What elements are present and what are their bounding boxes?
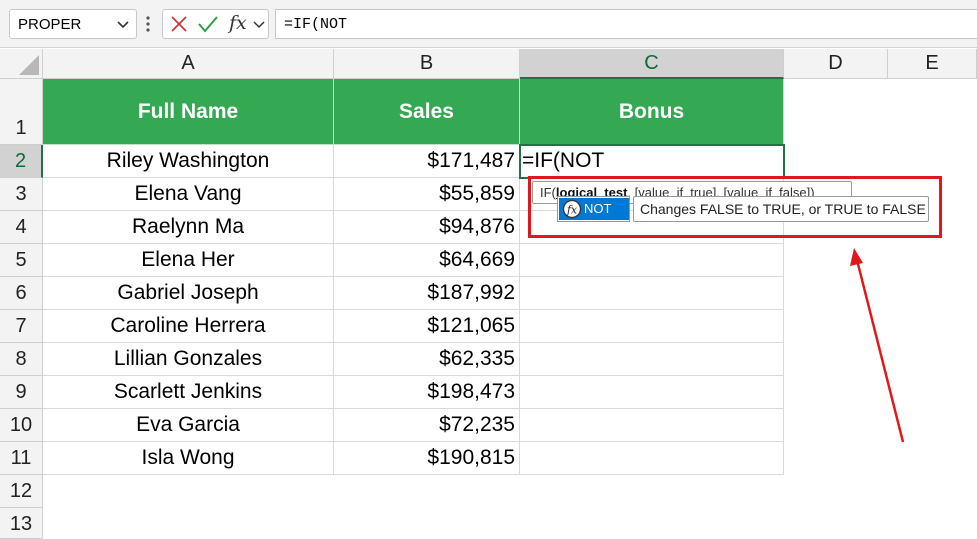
sales-cell[interactable]: $62,335	[334, 343, 520, 376]
column-header-e[interactable]: E	[888, 49, 977, 79]
row-header-1[interactable]: 1	[0, 79, 43, 145]
column-header-d[interactable]: D	[784, 49, 888, 79]
name-cell[interactable]: Elena Her	[43, 244, 334, 277]
row-header-9[interactable]: 9	[0, 376, 43, 409]
name-cell[interactable]: Raelynn Ma	[43, 211, 334, 244]
row-header-11[interactable]: 11	[0, 442, 43, 475]
column-header-a[interactable]: A	[43, 49, 334, 79]
row-header-8[interactable]: 8	[0, 343, 43, 376]
name-cell[interactable]: Elena Vang	[43, 178, 334, 211]
name-cell[interactable]: Eva Garcia	[43, 409, 334, 442]
name-cell[interactable]: Riley Washington	[43, 145, 334, 178]
row-header-12[interactable]: 12	[0, 475, 43, 508]
sales-cell[interactable]: $64,669	[334, 244, 520, 277]
header-full-name[interactable]: Full Name	[43, 79, 334, 145]
chevron-down-icon[interactable]	[252, 16, 266, 32]
row-header-13[interactable]: 13	[0, 508, 43, 539]
annotation-arrow	[850, 248, 905, 443]
bonus-cell[interactable]	[520, 442, 784, 475]
name-cell[interactable]: Lillian Gonzales	[43, 343, 334, 376]
row-header-4[interactable]: 4	[0, 211, 43, 244]
sales-cell[interactable]: $198,473	[334, 376, 520, 409]
bonus-cell[interactable]	[520, 409, 784, 442]
enter-check-icon[interactable]	[197, 14, 219, 34]
formula-input[interactable]: =IF(NOT	[275, 9, 977, 39]
bonus-cell[interactable]	[520, 244, 784, 277]
sales-cell[interactable]: $187,992	[334, 277, 520, 310]
worksheet-grid: A B C D E 1 2 3 4 5 6 7 8 9 10 11 12 13 …	[0, 49, 977, 539]
row-header-6[interactable]: 6	[0, 277, 43, 310]
row-header-7[interactable]: 7	[0, 310, 43, 343]
name-box-value: PROPER	[18, 16, 82, 33]
sales-cell[interactable]: $72,235	[334, 409, 520, 442]
bonus-cell[interactable]	[520, 343, 784, 376]
annotation-highlight-box	[528, 176, 942, 238]
formula-bar: PROPER fx =IF(NOT	[0, 0, 977, 48]
name-cell[interactable]: Caroline Herrera	[43, 310, 334, 343]
header-sales[interactable]: Sales	[334, 79, 520, 145]
sales-cell[interactable]: $55,859	[334, 178, 520, 211]
name-cell[interactable]: Isla Wong	[43, 442, 334, 475]
cancel-icon[interactable]	[170, 15, 188, 33]
name-box[interactable]: PROPER	[9, 9, 137, 39]
row-header-2[interactable]: 2	[0, 145, 43, 178]
formula-buttons: fx	[162, 9, 269, 39]
name-cell[interactable]: Scarlett Jenkins	[43, 376, 334, 409]
header-bonus[interactable]: Bonus	[520, 79, 784, 145]
row-header-5[interactable]: 5	[0, 244, 43, 277]
insert-function-icon[interactable]: fx	[229, 12, 247, 34]
select-all-button[interactable]	[0, 49, 43, 79]
active-cell-c2[interactable]: =IF(NOT	[519, 144, 785, 179]
sales-cell[interactable]: $171,487	[334, 145, 520, 178]
formula-text: =IF(NOT	[284, 16, 348, 33]
row-header-3[interactable]: 3	[0, 178, 43, 211]
column-header-b[interactable]: B	[334, 49, 520, 79]
sales-cell[interactable]: $94,876	[334, 211, 520, 244]
column-header-c[interactable]: C	[520, 49, 784, 79]
row-header-10[interactable]: 10	[0, 409, 43, 442]
bonus-cell[interactable]	[520, 277, 784, 310]
more-options-icon[interactable]	[143, 13, 153, 35]
bonus-cell[interactable]	[520, 376, 784, 409]
bonus-cell[interactable]	[520, 310, 784, 343]
sales-cell[interactable]: $190,815	[334, 442, 520, 475]
sales-cell[interactable]: $121,065	[334, 310, 520, 343]
chevron-down-icon[interactable]	[115, 15, 131, 33]
name-cell[interactable]: Gabriel Joseph	[43, 277, 334, 310]
